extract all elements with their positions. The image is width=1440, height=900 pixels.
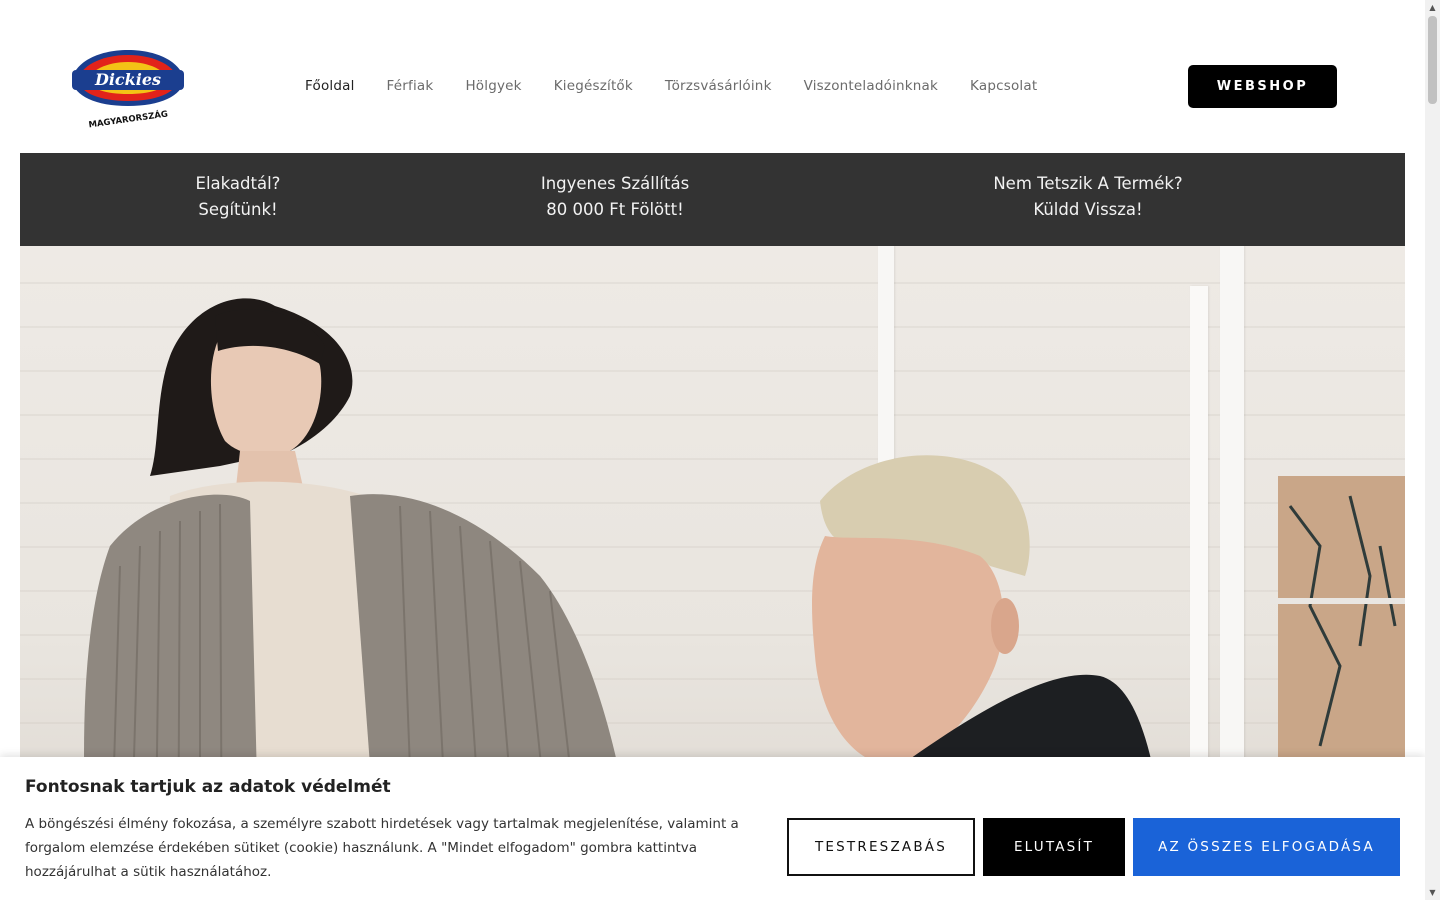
nav-item-kapcsolat[interactable]: Kapcsolat (970, 78, 1037, 94)
accept-all-button[interactable]: AZ ÖSSZES ELFOGADÁSA (1133, 818, 1400, 876)
cookie-text: A böngészési élmény fokozása, a személyr… (25, 816, 739, 880)
info-shipping-line1: Ingyenes Szállítás (540, 174, 690, 193)
scrollbar-thumb[interactable] (1428, 16, 1437, 104)
customize-button[interactable]: TESTRESZABÁS (787, 818, 975, 876)
info-returns[interactable]: Nem Tetszik A Termék? Küldd Vissza! (993, 171, 1182, 223)
nav-item-kiegeszitok[interactable]: Kiegészítők (554, 78, 633, 94)
info-bar: Elakadtál? Segítünk! Ingyenes Szállítás … (20, 153, 1405, 246)
svg-text:MAGYARORSZÁG: MAGYARORSZÁG (88, 107, 169, 128)
info-help[interactable]: Elakadtál? Segítünk! (196, 171, 281, 223)
main-nav: Főoldal Férfiak Hölgyek Kiegészítők Törz… (305, 78, 1069, 94)
svg-text:Dickies: Dickies (94, 70, 161, 89)
info-help-line1: Elakadtál? (195, 174, 281, 193)
scroll-down-icon[interactable]: ▼ (1425, 885, 1440, 900)
nav-item-torzsvasarloink[interactable]: Törzsvásárlóink (665, 78, 772, 94)
info-returns-line1: Nem Tetszik A Termék? (993, 174, 1183, 193)
reject-button[interactable]: ELUTASÍT (983, 818, 1125, 876)
cookie-title: Fontosnak tartjuk az adatok védelmét (25, 777, 391, 797)
nav-item-ferfiak[interactable]: Férfiak (387, 78, 434, 94)
dickies-logo[interactable]: Dickies MAGYARORSZÁG (70, 46, 186, 130)
nav-item-fooldal[interactable]: Főoldal (305, 78, 355, 94)
nav-item-holgyek[interactable]: Hölgyek (465, 78, 521, 94)
cookie-banner: Fontosnak tartjuk az adatok védelmét A b… (0, 757, 1425, 900)
webshop-button[interactable]: WEBSHOP (1188, 65, 1337, 108)
info-free-shipping[interactable]: Ingyenes Szállítás 80 000 Ft Fölött! (541, 171, 689, 223)
info-help-line2: Segítünk! (198, 200, 278, 219)
info-shipping-line2: 80 000 Ft Fölött! (546, 200, 684, 219)
info-returns-line2: Küldd Vissza! (1033, 200, 1143, 219)
nav-item-viszonteladoinknak[interactable]: Viszonteladóinknak (804, 78, 938, 94)
scroll-up-icon[interactable]: ▲ (1425, 0, 1440, 15)
site-header: Dickies MAGYARORSZÁG Főoldal Férfiak Höl… (0, 0, 1425, 153)
page-scrollbar[interactable]: ▲ ▼ (1425, 0, 1440, 900)
